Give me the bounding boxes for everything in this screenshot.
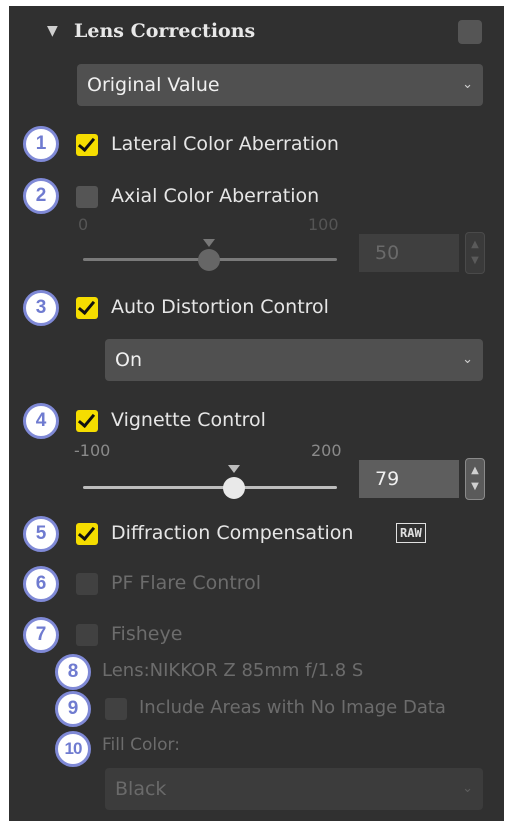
callout-badge-3: 3 <box>23 290 59 326</box>
vignette-slider-default-marker <box>228 465 240 473</box>
raw-only-badge: RAW <box>396 523 426 543</box>
lateral-color-aberration-checkbox[interactable] <box>76 134 98 156</box>
diffraction-compensation-checkbox[interactable] <box>76 523 98 545</box>
pf-flare-control-label: PF Flare Control <box>111 572 262 594</box>
axial-value-input[interactable]: 50 <box>359 234 459 272</box>
callout-badge-10: 10 <box>55 731 91 767</box>
callout-badge-8: 8 <box>55 654 91 690</box>
pf-flare-control-checkbox[interactable] <box>76 573 98 595</box>
vignette-slider-track[interactable] <box>83 486 337 489</box>
callout-badge-9: 9 <box>55 691 91 727</box>
spinner-down-icon[interactable]: ▼ <box>466 256 484 266</box>
vignette-value-input[interactable]: 79 <box>359 460 459 498</box>
spinner-down-icon[interactable]: ▼ <box>466 482 484 492</box>
chevron-down-icon: ⌄ <box>462 351 473 367</box>
axial-value-spinner[interactable]: ▲ ▼ <box>465 232 485 274</box>
preset-select-value: Original Value <box>87 74 220 96</box>
chevron-down-icon: ⌄ <box>462 76 473 92</box>
distortion-select-value: On <box>115 349 142 371</box>
spinner-up-icon[interactable]: ▲ <box>466 466 484 476</box>
callout-badge-7: 7 <box>23 617 59 653</box>
chevron-down-icon: ⌄ <box>462 780 473 796</box>
lens-name-label: Lens:NIKKOR Z 85mm f/1.8 S <box>102 660 364 681</box>
fisheye-checkbox[interactable] <box>76 624 98 646</box>
axial-slider-max-label: 100 <box>308 215 339 234</box>
fill-color-select-value: Black <box>115 778 167 800</box>
section-toggle-checkbox[interactable] <box>458 20 482 44</box>
distortion-select[interactable]: On ⌄ <box>105 339 483 381</box>
diffraction-compensation-label: Diffraction Compensation <box>111 522 354 544</box>
fill-color-label: Fill Color: <box>102 735 180 755</box>
axial-slider-min-label: 0 <box>78 215 89 234</box>
axial-color-aberration-label: Axial Color Aberration <box>111 185 320 207</box>
auto-distortion-control-label: Auto Distortion Control <box>111 296 329 318</box>
vignette-value-text: 79 <box>375 468 400 490</box>
vignette-slider-max-label: 200 <box>311 441 342 460</box>
callout-badge-5: 5 <box>23 516 59 552</box>
axial-slider-thumb[interactable] <box>198 249 220 271</box>
lateral-color-aberration-label: Lateral Color Aberration <box>111 133 339 155</box>
callout-badge-1: 1 <box>23 126 59 162</box>
spinner-up-icon[interactable]: ▲ <box>466 240 484 250</box>
fisheye-label: Fisheye <box>111 623 183 645</box>
axial-color-aberration-checkbox[interactable] <box>76 186 98 208</box>
fill-color-select[interactable]: Black ⌄ <box>105 768 483 810</box>
preset-select[interactable]: Original Value ⌄ <box>77 64 483 106</box>
callout-badge-4: 4 <box>23 403 59 439</box>
auto-distortion-control-checkbox[interactable] <box>76 297 98 319</box>
axial-value-text: 50 <box>375 242 400 264</box>
section-title: Lens Corrections <box>74 20 256 42</box>
collapse-triangle-icon[interactable]: ▼ <box>47 23 58 39</box>
callout-badge-6: 6 <box>23 566 59 602</box>
vignette-control-label: Vignette Control <box>111 409 266 431</box>
vignette-value-spinner[interactable]: ▲ ▼ <box>465 458 485 500</box>
axial-slider-default-marker <box>203 239 215 247</box>
vignette-slider-min-label: -100 <box>74 441 111 460</box>
callout-badge-2: 2 <box>23 178 59 214</box>
vignette-control-checkbox[interactable] <box>76 410 98 432</box>
vignette-slider-thumb[interactable] <box>223 477 245 499</box>
include-areas-label: Include Areas with No Image Data <box>139 697 446 718</box>
include-areas-checkbox[interactable] <box>105 698 127 720</box>
